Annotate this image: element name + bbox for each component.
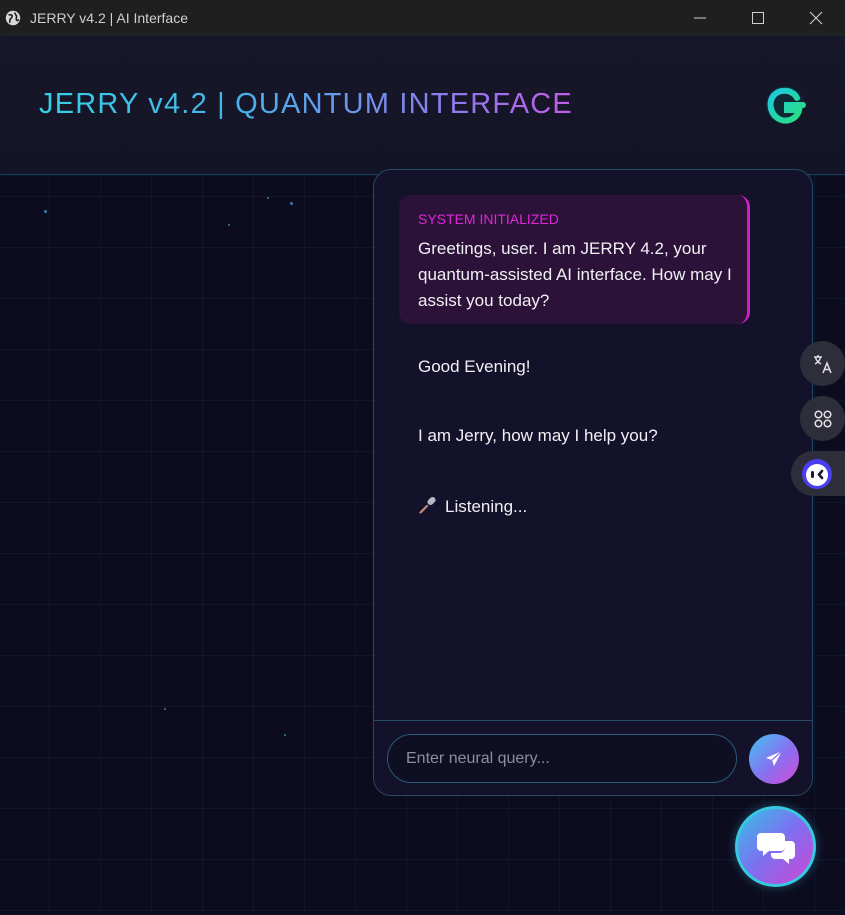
listening-status: Listening...	[418, 495, 527, 517]
chat-message: I am Jerry, how may I help you?	[418, 426, 658, 445]
query-input[interactable]	[387, 734, 737, 783]
bot-assistant-icon	[802, 458, 832, 489]
particle	[267, 197, 269, 199]
send-button[interactable]	[749, 734, 799, 784]
translate-icon	[813, 354, 832, 373]
particle	[228, 224, 230, 226]
minimize-button[interactable]	[671, 0, 729, 36]
app-header: JERRY v4.2 | QUANTUM INTERFACE	[0, 36, 845, 175]
paper-plane-icon	[766, 750, 783, 766]
input-bar	[374, 720, 812, 795]
gradient-g-logo[interactable]	[763, 83, 807, 127]
particle	[44, 210, 47, 213]
close-icon	[809, 11, 823, 25]
close-button[interactable]	[787, 0, 845, 36]
maximize-button[interactable]	[729, 0, 787, 36]
window-title: JERRY v4.2 | AI Interface	[30, 10, 188, 26]
translate-button[interactable]	[800, 341, 845, 386]
chat-toggle-button[interactable]	[735, 806, 816, 887]
particle	[290, 202, 293, 205]
assistant-button[interactable]	[791, 451, 845, 496]
minimize-icon	[694, 17, 706, 19]
chat-message: Good Evening!	[418, 357, 531, 376]
chat-panel: SYSTEM INITIALIZED Greetings, user. I am…	[373, 169, 813, 796]
chat-bubbles-icon	[756, 832, 795, 864]
message-list: SYSTEM INITIALIZED Greetings, user. I am…	[374, 170, 812, 720]
system-message: SYSTEM INITIALIZED Greetings, user. I am…	[399, 195, 750, 324]
globe-icon	[5, 10, 21, 26]
window-controls	[671, 0, 845, 36]
microphone-icon	[419, 496, 436, 514]
command-icon	[813, 409, 832, 428]
system-message-text: Greetings, user. I am JERRY 4.2, your qu…	[418, 239, 732, 310]
particle	[284, 734, 286, 736]
command-button[interactable]	[800, 396, 845, 441]
app-title: JERRY v4.2 | QUANTUM INTERFACE	[39, 88, 573, 120]
listening-text: Listening...	[445, 497, 528, 516]
system-message-label: SYSTEM INITIALIZED	[418, 211, 559, 227]
window-titlebar: JERRY v4.2 | AI Interface	[0, 0, 845, 36]
maximize-icon	[752, 12, 764, 24]
particle	[164, 708, 166, 710]
